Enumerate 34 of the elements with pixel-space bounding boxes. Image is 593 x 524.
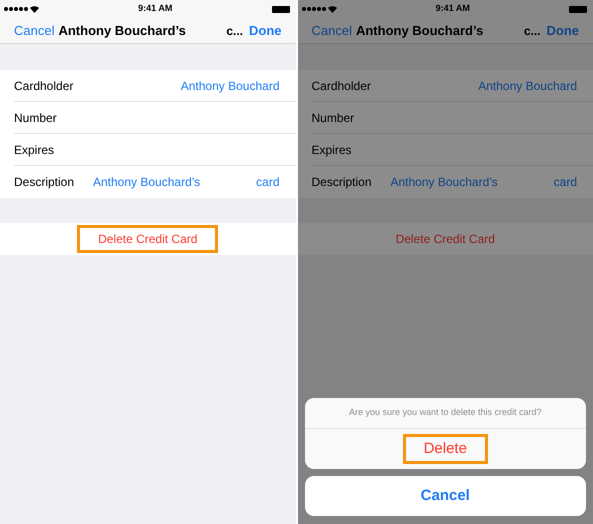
status-time: 9:41 AM <box>436 2 470 16</box>
field-label: Number <box>312 110 356 126</box>
delete-button[interactable]: Delete <box>402 434 488 464</box>
nav-title: Anthony Bouchard’s <box>356 22 484 40</box>
field-label: Description <box>312 174 373 191</box>
field-value[interactable]: Anthony Bouchard <box>478 76 577 94</box>
signal-icon <box>302 7 326 11</box>
done-button[interactable]: Done <box>249 20 282 40</box>
field-value[interactable]: card <box>256 173 280 191</box>
wifi-icon <box>30 6 39 12</box>
field-value[interactable]: card <box>554 173 577 191</box>
nav-title: Anthony Bouchard’s <box>58 22 186 40</box>
field-label: Cardholder <box>312 78 372 94</box>
field-label: Description <box>14 174 76 191</box>
cancel-button[interactable]: Cancel <box>312 20 352 40</box>
field-label: Number <box>14 110 58 126</box>
field-label: Cardholder <box>14 78 74 94</box>
signal-icon <box>4 7 28 11</box>
battery-icon <box>569 6 587 12</box>
field-label: Expires <box>312 142 353 158</box>
nav-title: c... <box>226 22 243 40</box>
field-value[interactable]: Anthony Bouchard’s <box>93 173 200 191</box>
cancel-button[interactable]: Cancel <box>14 20 54 40</box>
cancel-button[interactable]: Cancel <box>304 476 586 516</box>
alert-message: Are you sure you want to delete this credit card? <box>348 406 542 420</box>
battery-icon <box>272 6 290 12</box>
status-time: 9:41 AM <box>138 2 172 16</box>
field-value[interactable]: Anthony Bouchard’s <box>390 173 498 191</box>
field-label: Expires <box>14 142 56 158</box>
done-button[interactable]: Done <box>546 20 579 40</box>
delete-credit-card-button[interactable]: Delete Credit Card <box>77 225 218 253</box>
wifi-icon <box>328 6 336 12</box>
field-value[interactable]: Anthony Bouchard <box>180 76 280 94</box>
nav-title: c... <box>524 22 540 40</box>
